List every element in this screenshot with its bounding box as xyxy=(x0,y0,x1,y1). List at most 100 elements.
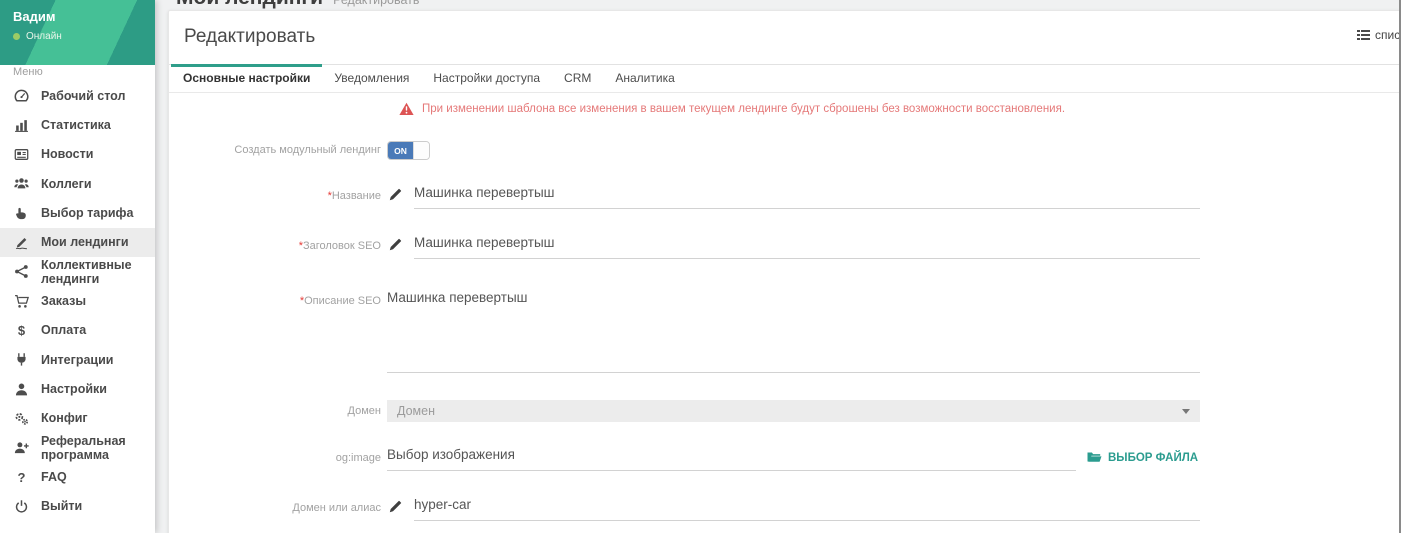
seo-description-textarea[interactable]: Машинка перевертыш xyxy=(387,286,1200,373)
tab-notifications[interactable]: Уведомления xyxy=(322,65,421,92)
sidebar-item-referral[interactable]: Реферальная программа xyxy=(0,433,155,462)
sidebar-item-logout[interactable]: Выйти xyxy=(0,492,155,521)
domain-alias-input[interactable]: hyper-car xyxy=(414,493,1200,521)
sidebar-menu: Рабочий стол Статистика Новости Коллеги … xyxy=(0,81,155,521)
stats-icon xyxy=(13,118,30,133)
sidebar-item-faq[interactable]: ? FAQ xyxy=(0,462,155,491)
user-name: Вадим xyxy=(13,9,142,24)
sidebar-item-label: Коллективные лендинги xyxy=(41,258,155,286)
tariff-icon xyxy=(13,206,30,221)
edit-pencil-icon xyxy=(387,231,414,259)
sidebar-item-label: Статистика xyxy=(41,118,111,132)
config-cogs-icon xyxy=(13,411,30,426)
collective-landings-icon xyxy=(13,264,30,279)
list-button-label: список xyxy=(1375,28,1401,42)
sidebar-item-payment[interactable]: $ Оплата xyxy=(0,316,155,345)
field-row-og-image: og:image Выбор изображения ВЫБОР ФАЙЛА xyxy=(183,443,1200,471)
field-label: Создать модульный лендинг xyxy=(183,141,381,160)
dashboard-icon xyxy=(13,88,30,103)
sidebar-item-label: Заказы xyxy=(41,294,86,308)
sidebar-item-label: Новости xyxy=(41,147,93,161)
template-warning: При изменении шаблона все изменения в ва… xyxy=(399,101,1065,116)
sidebar-item-label: Конфиг xyxy=(41,411,88,425)
sidebar-item-label: Выйти xyxy=(41,499,82,513)
orders-icon xyxy=(13,294,30,309)
sidebar-item-label: Выбор тарифа xyxy=(41,206,133,220)
field-label: Домен xyxy=(183,400,381,422)
chevron-down-icon xyxy=(1182,409,1190,414)
sidebar-item-news[interactable]: Новости xyxy=(0,140,155,169)
folder-icon xyxy=(1087,451,1102,464)
name-input[interactable]: Машинка перевертыш xyxy=(414,181,1200,209)
sidebar-item-config[interactable]: Конфиг xyxy=(0,404,155,433)
user-status: Онлайн xyxy=(26,31,62,42)
payment-icon: $ xyxy=(13,323,30,338)
field-label: *Название xyxy=(183,181,381,209)
sidebar-item-label: Мои лендинги xyxy=(41,235,129,249)
sidebar-item-collective-landings[interactable]: Коллективные лендинги xyxy=(0,257,155,286)
seo-title-input[interactable]: Машинка перевертыш xyxy=(414,231,1200,259)
referral-user-plus-icon xyxy=(13,440,30,455)
menu-section-label: Меню xyxy=(13,66,43,78)
warning-triangle-icon xyxy=(399,102,414,116)
sidebar-item-label: Коллеги xyxy=(41,177,92,191)
user-profile: Вадим Онлайн xyxy=(0,0,155,65)
field-row-modular-landing: Создать модульный лендинг ON xyxy=(183,141,1200,160)
tab-access-settings[interactable]: Настройки доступа xyxy=(421,65,552,92)
field-row-seo-title: *Заголовок SEO Машинка перевертыш xyxy=(183,231,1200,259)
tab-analytics[interactable]: Аналитика xyxy=(603,65,686,92)
field-row-seo-description: *Описание SEO Машинка перевертыш xyxy=(183,286,1200,373)
edit-pencil-icon xyxy=(387,493,414,521)
field-row-domain: Домен Домен xyxy=(183,400,1200,422)
sidebar-item-label: Реферальная программа xyxy=(41,434,155,462)
settings-tabs: Основные настройки Уведомления Настройки… xyxy=(169,64,1400,93)
sidebar-item-orders[interactable]: Заказы xyxy=(0,286,155,315)
breadcrumb-subtitle: Редактировать xyxy=(333,0,419,7)
breadcrumb: Мои лендинги Редактировать xyxy=(176,0,419,10)
editor-card: Редактировать список Основные настройки … xyxy=(168,10,1401,533)
sidebar-item-statistics[interactable]: Статистика xyxy=(0,110,155,139)
sidebar: Вадим Онлайн Меню Рабочий стол Статистик… xyxy=(0,0,155,533)
sidebar-item-colleagues[interactable]: Коллеги xyxy=(0,169,155,198)
sidebar-item-my-landings[interactable]: Мои лендинги xyxy=(0,228,155,257)
sidebar-item-label: Настройки xyxy=(41,382,107,396)
toggle-on-label: ON xyxy=(388,142,413,159)
sidebar-item-dashboard[interactable]: Рабочий стол xyxy=(0,81,155,110)
settings-user-icon xyxy=(13,382,30,397)
toggle-handle[interactable] xyxy=(413,142,429,159)
field-label: og:image xyxy=(183,443,381,471)
news-icon xyxy=(13,147,30,162)
field-label: *Заголовок SEO xyxy=(183,231,381,259)
integrations-icon xyxy=(13,352,30,367)
online-status-dot xyxy=(13,33,20,40)
sidebar-item-label: Рабочий стол xyxy=(41,89,125,103)
sidebar-item-settings[interactable]: Настройки xyxy=(0,374,155,403)
breadcrumb-title: Мои лендинги xyxy=(176,0,323,9)
list-icon xyxy=(1357,29,1370,41)
list-view-button[interactable]: список xyxy=(1357,28,1401,42)
colleagues-icon xyxy=(13,176,30,191)
sidebar-item-label: Оплата xyxy=(41,323,86,337)
edit-pencil-icon xyxy=(387,181,414,209)
field-row-name: *Название Машинка перевертыш xyxy=(183,181,1200,209)
my-landings-icon xyxy=(13,235,30,250)
og-image-input[interactable]: Выбор изображения xyxy=(387,443,1076,471)
field-label: *Описание SEO xyxy=(183,286,381,373)
domain-select[interactable]: Домен xyxy=(387,400,1200,422)
warning-text: При изменении шаблона все изменения в ва… xyxy=(422,101,1065,115)
sidebar-item-label: FAQ xyxy=(41,470,67,484)
faq-icon: ? xyxy=(13,470,30,485)
tab-crm[interactable]: CRM xyxy=(552,65,603,92)
field-row-domain-alias: Домен или алиас hyper-car xyxy=(183,493,1200,521)
sidebar-item-tariff[interactable]: Выбор тарифа xyxy=(0,198,155,227)
sidebar-item-label: Интеграции xyxy=(41,353,113,367)
modular-landing-toggle[interactable]: ON xyxy=(387,141,430,160)
tab-main-settings[interactable]: Основные настройки xyxy=(171,65,322,92)
choose-file-button[interactable]: ВЫБОР ФАЙЛА xyxy=(1087,451,1198,464)
sidebar-item-integrations[interactable]: Интеграции xyxy=(0,345,155,374)
domain-select-value: Домен xyxy=(397,404,435,418)
choose-file-label: ВЫБОР ФАЙЛА xyxy=(1108,452,1198,464)
logout-power-icon xyxy=(13,499,30,514)
page-title: Редактировать xyxy=(184,11,315,63)
field-label: Домен или алиас xyxy=(183,493,381,521)
